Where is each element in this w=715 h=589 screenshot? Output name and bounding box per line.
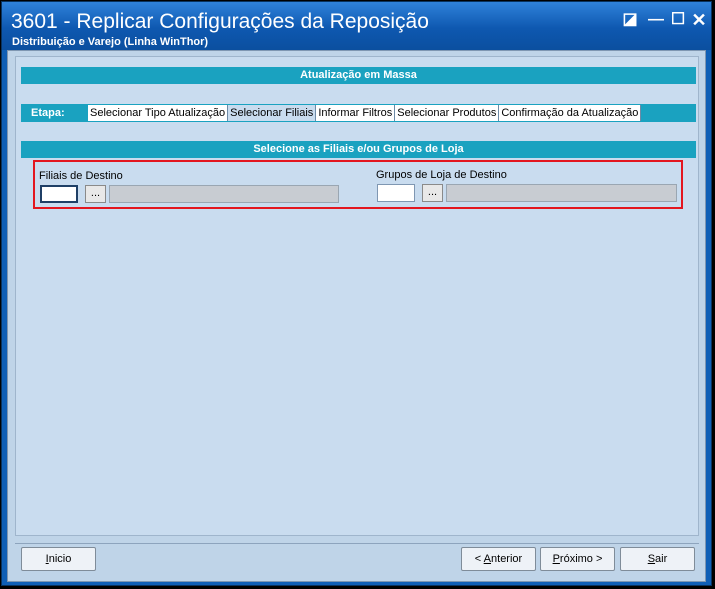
- step-label: Etapa:: [31, 107, 65, 119]
- next-button-mnemonic: P: [552, 553, 560, 565]
- window-title: 3601 - Replicar Configurações da Reposiç…: [11, 10, 429, 33]
- tab-selecionar-produtos[interactable]: Selecionar Produtos: [395, 105, 500, 121]
- exit-button-label: air: [655, 553, 668, 565]
- previous-button-label: nterior: [491, 553, 523, 565]
- tab-selecionar-tipo-atualizacao[interactable]: Selecionar Tipo Atualização: [88, 105, 229, 121]
- app-window: 3601 - Replicar Configurações da Reposiç…: [1, 1, 712, 586]
- step-tabs: Selecionar Tipo Atualização Selecionar F…: [88, 105, 642, 121]
- client-area: Atualização em Massa Etapa: Selecionar T…: [7, 50, 706, 582]
- previous-button-prefix: <: [474, 553, 484, 565]
- minimize-icon[interactable]: —: [647, 12, 665, 28]
- window-subtitle: Distribuição e Varejo (Linha WinThor): [12, 36, 209, 48]
- start-button[interactable]: Inicio: [21, 547, 96, 571]
- store-groups-description-field: [446, 184, 677, 202]
- store-groups-browse-button[interactable]: ...: [422, 184, 443, 202]
- branches-label: Filiais de Destino: [39, 170, 123, 182]
- start-button-label: nicio: [48, 553, 72, 565]
- tab-confirmacao-atualizacao[interactable]: Confirmação da Atualização: [499, 105, 642, 121]
- branches-browse-button[interactable]: ...: [85, 185, 106, 203]
- close-icon[interactable]: ✕: [690, 11, 708, 29]
- branches-code-input[interactable]: [40, 185, 78, 203]
- step-bar: Etapa: Selecionar Tipo Atualização Selec…: [21, 104, 696, 122]
- section-header-mass-update: Atualização em Massa: [21, 67, 696, 84]
- tab-informar-filtros[interactable]: Informar Filtros: [316, 105, 396, 121]
- tab-selecionar-filiais[interactable]: Selecionar Filiais: [228, 105, 317, 121]
- section-header-select-branches: Selecione as Filiais e/ou Grupos de Loja: [21, 141, 696, 158]
- previous-button-mnemonic: A: [483, 553, 492, 565]
- footer-divider: [15, 543, 699, 544]
- store-groups-label: Grupos de Loja de Destino: [376, 169, 507, 181]
- maximize-icon[interactable]: ☐: [669, 12, 687, 28]
- store-groups-code-input[interactable]: [377, 184, 415, 202]
- restore-icon[interactable]: ◪: [621, 12, 639, 28]
- content-panel: [15, 56, 699, 536]
- next-button-label: róximo >: [559, 553, 603, 565]
- branches-description-field: [109, 185, 339, 203]
- title-bar[interactable]: 3601 - Replicar Configurações da Reposiç…: [2, 2, 711, 50]
- exit-button-mnemonic: S: [647, 553, 656, 565]
- exit-button[interactable]: Sair: [620, 547, 695, 571]
- next-button[interactable]: Próximo >: [540, 547, 615, 571]
- previous-button[interactable]: < Anterior: [461, 547, 536, 571]
